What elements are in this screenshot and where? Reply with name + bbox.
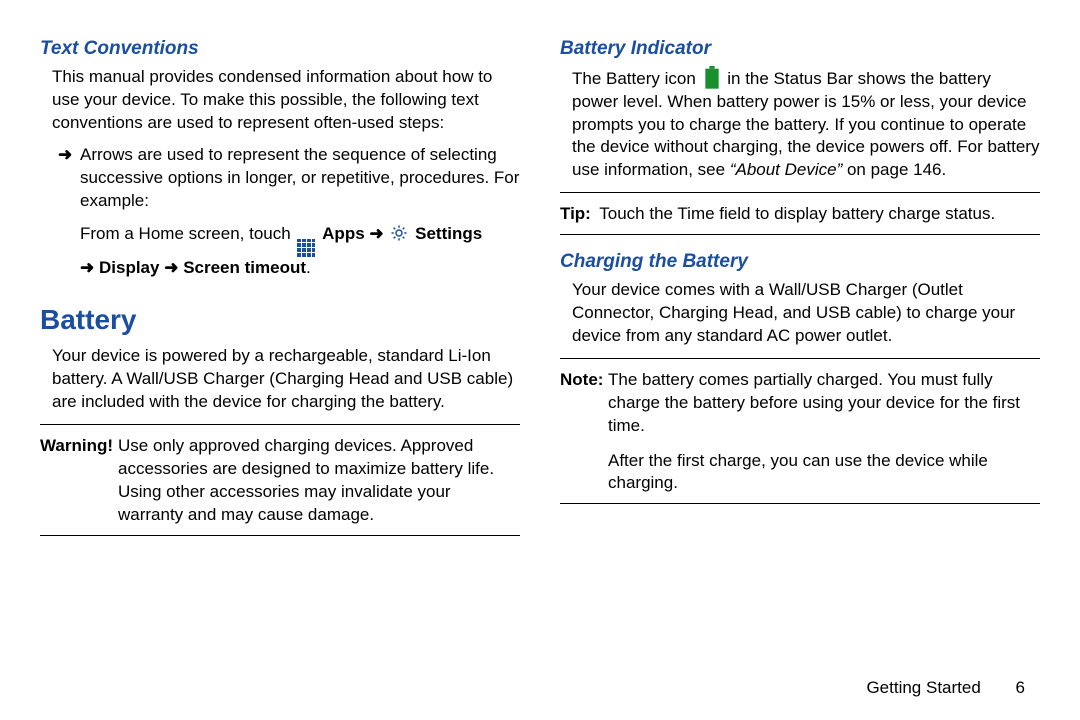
para-battery-indicator: The Battery icon in the Status Bar shows… xyxy=(572,66,1040,183)
arrow-icon: ➜ xyxy=(58,144,80,213)
bullet-arrow-usage: ➜ Arrows are used to represent the seque… xyxy=(58,144,520,213)
divider xyxy=(40,424,520,425)
heading-charging-battery: Charging the Battery xyxy=(560,249,1040,275)
heading-battery-indicator: Battery Indicator xyxy=(560,36,1040,62)
arrow-icon: ➜ xyxy=(369,224,383,243)
tip-block: Tip: Touch the Time field to display bat… xyxy=(560,203,1040,226)
arrow-icon: ➜ xyxy=(80,258,94,277)
page-number: 6 xyxy=(1016,678,1025,697)
apps-grid-icon xyxy=(297,239,315,257)
page-footer: Getting Started 6 xyxy=(866,677,1025,700)
left-column: Text Conventions This manual provides co… xyxy=(40,36,520,640)
note-block: Note: The battery comes partially charge… xyxy=(560,369,1040,438)
settings-gear-icon xyxy=(390,224,408,242)
text-fragment: on page 146. xyxy=(842,160,946,179)
tip-text: Touch the Time field to display battery … xyxy=(595,204,995,223)
about-device-ref: “About Device” xyxy=(730,160,842,179)
divider xyxy=(560,358,1040,359)
para-after-note: After the first charge, you can use the … xyxy=(608,450,1040,496)
seq-screen-timeout: Screen timeout xyxy=(183,258,306,277)
seq-settings: Settings xyxy=(415,224,482,243)
divider xyxy=(560,503,1040,504)
footer-section: Getting Started xyxy=(866,678,980,697)
bullet-text: Arrows are used to represent the sequenc… xyxy=(80,144,520,213)
seq-display: Display xyxy=(99,258,159,277)
warning-block: Warning! Use only approved charging devi… xyxy=(40,435,520,527)
warning-label: Warning! xyxy=(40,435,118,527)
note-text: The battery comes partially charged. You… xyxy=(608,369,1040,438)
right-column: Battery Indicator The Battery icon in th… xyxy=(560,36,1040,640)
text-fragment: The Battery icon xyxy=(572,69,701,88)
note-label: Note: xyxy=(560,369,608,438)
battery-icon xyxy=(703,66,721,90)
warning-text: Use only approved charging devices. Appr… xyxy=(118,435,520,527)
manual-page: Text Conventions This manual provides co… xyxy=(0,0,1080,660)
para-charging: Your device comes with a Wall/USB Charge… xyxy=(572,279,1040,348)
seq-prefix: From a Home screen, touch xyxy=(80,224,295,243)
para-text-conventions: This manual provides condensed informati… xyxy=(52,66,520,135)
divider xyxy=(40,535,520,536)
example-sequence: From a Home screen, touch Apps ➜ Setting… xyxy=(80,223,520,279)
tip-label: Tip: xyxy=(560,204,591,223)
heading-text-conventions: Text Conventions xyxy=(40,36,520,62)
divider xyxy=(560,234,1040,235)
seq-period: . xyxy=(306,258,311,277)
arrow-icon: ➜ xyxy=(164,258,178,277)
divider xyxy=(560,192,1040,193)
seq-apps: Apps xyxy=(322,224,365,243)
heading-battery: Battery xyxy=(40,301,520,339)
para-battery-intro: Your device is powered by a rechargeable… xyxy=(52,345,520,414)
